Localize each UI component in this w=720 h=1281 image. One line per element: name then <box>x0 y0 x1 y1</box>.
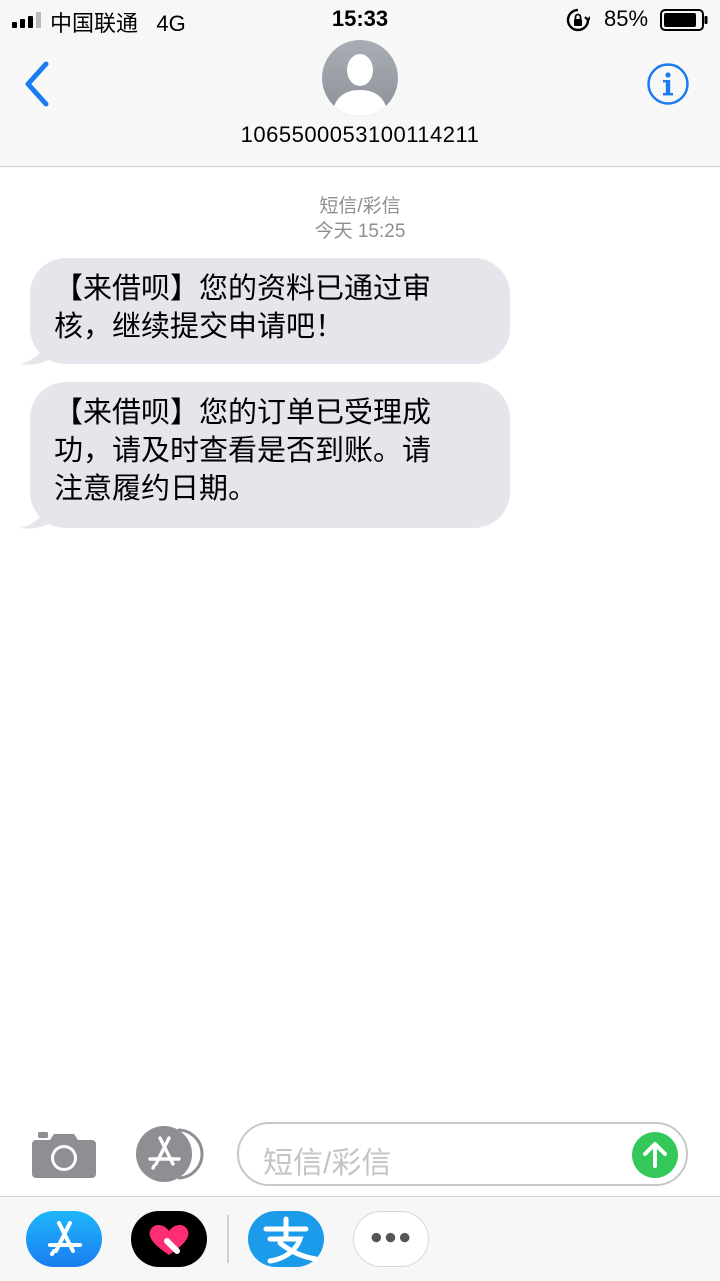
app-store-icon[interactable] <box>134 1126 204 1182</box>
app-store-icon[interactable] <box>26 1211 102 1267</box>
chevron-left-icon[interactable] <box>18 58 58 110</box>
info-icon[interactable] <box>646 62 690 106</box>
message-input[interactable]: 短信/彩信 <box>237 1122 688 1186</box>
camera-icon[interactable] <box>32 1130 96 1178</box>
more-dots-icon <box>371 1232 410 1243</box>
message-line: 核，继续提交申请吧！ <box>54 311 345 343</box>
service-label: 短信/彩信 <box>319 196 401 217</box>
alipay-icon[interactable] <box>248 1211 324 1267</box>
contact-name[interactable]: 1065500053100114211 <box>0 122 720 148</box>
message-bubble[interactable]: 【来借呗】您的资料已通过审 核，继续提交申请吧！ <box>30 258 510 364</box>
message-bubble[interactable]: 【来借呗】您的订单已受理成 功，请及时查看是否到账。请 注意履约日期。 <box>30 382 510 528</box>
message-line: 注意履约日期。 <box>54 473 258 505</box>
arrow-up-icon <box>643 1142 667 1168</box>
app-store-glyph <box>48 1221 82 1256</box>
drawer-divider <box>227 1215 229 1263</box>
input-placeholder: 短信/彩信 <box>263 1147 392 1180</box>
battery-percentage: 85% <box>604 6 649 31</box>
message-line: 【来借呗】您的订单已受理成 <box>54 397 432 429</box>
status-bar: 中国联通 4G 15:33 85% <box>0 0 720 40</box>
message-timestamp: 今天 15:25 <box>314 221 406 242</box>
message-line: 功，请及时查看是否到账。请 <box>54 435 432 467</box>
more-icon[interactable] <box>353 1211 429 1267</box>
app-drawer <box>0 1196 720 1281</box>
message-line: 【来借呗】您的资料已通过审 <box>54 273 432 305</box>
send-button[interactable] <box>632 1132 678 1178</box>
conversation-header: 1065500053100114211 <box>0 40 720 167</box>
digital-touch-icon[interactable] <box>131 1211 207 1267</box>
person-silhouette-icon <box>332 54 388 116</box>
avatar[interactable] <box>322 40 398 116</box>
battery-icon <box>660 9 708 31</box>
alipay-glyph <box>263 1216 319 1264</box>
heart-icon <box>149 1225 189 1255</box>
rotation-lock-icon <box>566 8 590 32</box>
